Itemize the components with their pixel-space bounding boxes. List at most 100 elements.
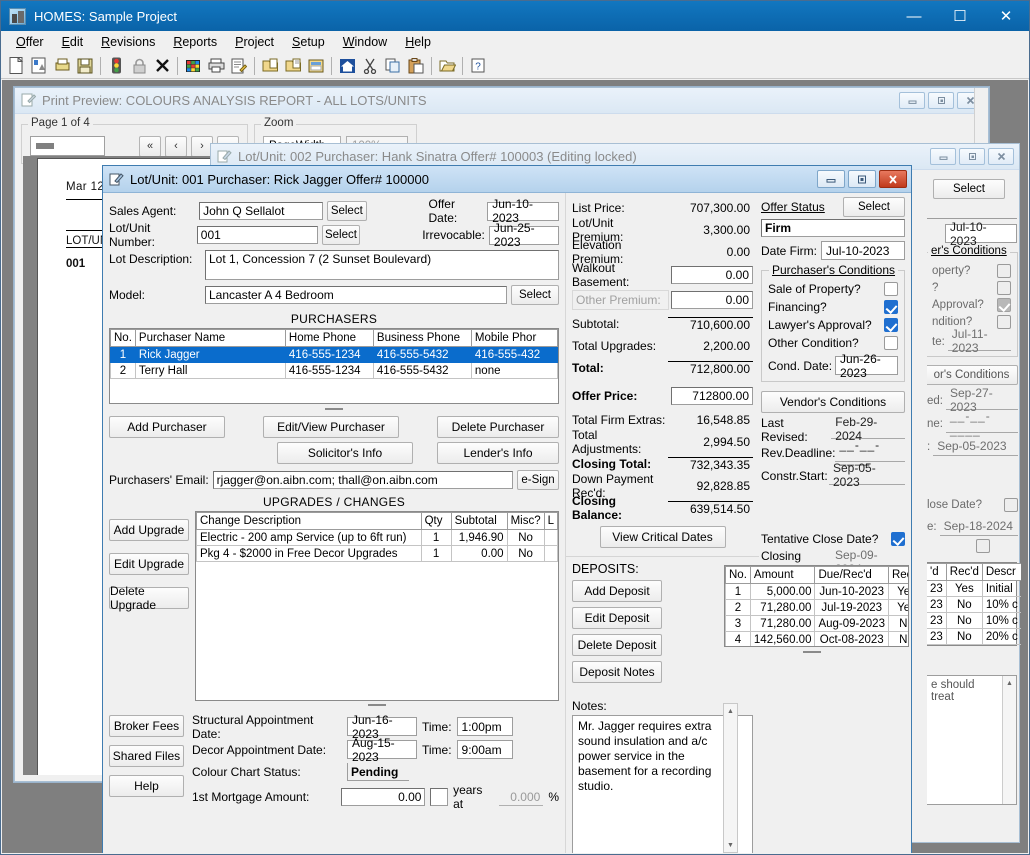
sales-agent-select-button[interactable]: Select xyxy=(327,201,367,221)
table-row[interactable]: 1 5,000.00 Jun-10-2023 Yes Initial xyxy=(725,583,908,600)
upgrades-grid[interactable]: Change Description Qty Subtotal Misc? L … xyxy=(195,511,559,701)
condition-sale-of-property-checkbox[interactable] xyxy=(884,282,898,296)
tentative-close-row[interactable]: Tentative Close Date? xyxy=(761,529,905,549)
lot002-cond-checkbox[interactable] xyxy=(997,263,1011,278)
previous-page-button[interactable]: ‹ xyxy=(165,135,187,157)
decor-time-input[interactable]: 9:00am xyxy=(456,740,513,759)
deposits-resize-handle-icon[interactable] xyxy=(803,651,821,653)
scroll-down-icon[interactable]: ▼ xyxy=(724,838,737,852)
e-sign-button[interactable]: e-Sign xyxy=(517,470,559,490)
lot-unit-001-window[interactable]: Lot/Unit: 001 Purchaser: Rick Jagger Off… xyxy=(102,165,912,853)
table-row[interactable]: 1 Rick Jagger 416-555-1234 416-555-5432 … xyxy=(110,346,558,363)
lot002-cond-checkbox[interactable] xyxy=(997,280,1011,295)
lot002-date-firm[interactable]: Jul-10-2023 xyxy=(945,220,1017,248)
structural-time-input[interactable]: 1:00pm xyxy=(456,717,513,736)
broker-fees-button[interactable]: Broker Fees xyxy=(109,715,184,737)
irrevocable-input[interactable]: Jun-25-2023 xyxy=(488,221,559,249)
add-upgrade-button[interactable]: Add Upgrade xyxy=(109,519,189,541)
menu-reports[interactable]: Reports xyxy=(164,33,226,51)
scroll-up-icon[interactable]: ▲ xyxy=(724,704,737,718)
help-question-icon[interactable]: ? xyxy=(467,55,489,77)
condition-lawyers-approval-checkbox[interactable] xyxy=(884,318,898,332)
lenders-info-button[interactable]: Lender's Info xyxy=(437,442,559,464)
app-close-button[interactable]: ✕ xyxy=(983,1,1029,31)
deposits-grid[interactable]: No. Amount Due/Rec'd Rec'd Descr 1 5,000… xyxy=(724,565,909,647)
lot002-cond-checkbox[interactable] xyxy=(997,314,1011,329)
lot001-close-button[interactable] xyxy=(879,170,907,188)
vendors-conditions-button[interactable]: Vendor's Conditions xyxy=(761,391,905,413)
condition-financing-row[interactable]: Financing? xyxy=(768,298,898,316)
window-tile-icon[interactable] xyxy=(305,55,327,77)
add-purchaser-button[interactable]: Add Purchaser xyxy=(109,416,225,438)
purchasers-grid[interactable]: No. Purchaser Name Home Phone Business P… xyxy=(109,328,559,404)
mortgage-rate-input[interactable]: 0.000 xyxy=(498,788,544,806)
walkout-basement-input[interactable]: 0.00 xyxy=(671,266,753,284)
other-premium-input[interactable]: 0.00 xyxy=(671,291,753,309)
condition-other-checkbox[interactable] xyxy=(884,336,898,350)
view-critical-dates-button[interactable]: View Critical Dates xyxy=(599,526,726,548)
lot002-condition-row[interactable]: ? xyxy=(932,279,1011,296)
structural-appointment-date[interactable]: Jun-16-2023 xyxy=(346,713,417,741)
mortgage-years-input[interactable] xyxy=(430,788,449,806)
lot002-notes-area[interactable]: e should treat ▲ xyxy=(927,675,1017,805)
folder-open-icon[interactable] xyxy=(259,55,281,77)
delete-purchaser-button[interactable]: Delete Purchaser xyxy=(437,416,559,438)
purchasers-grid-handle[interactable] xyxy=(109,408,559,410)
menu-revisions[interactable]: Revisions xyxy=(92,33,164,51)
edit-view-purchaser-button[interactable]: Edit/View Purchaser xyxy=(263,416,399,438)
lot002-condition-row[interactable]: Approval? xyxy=(932,296,1011,313)
edit-report-icon[interactable] xyxy=(228,55,250,77)
lot002-tentative-checkbox[interactable] xyxy=(1004,497,1018,512)
first-page-button[interactable]: « xyxy=(139,135,161,157)
print-preview-restore-button[interactable] xyxy=(928,92,954,109)
print-offer-icon[interactable] xyxy=(51,55,73,77)
offer-status-value[interactable]: Firm xyxy=(761,219,905,237)
print-preview-minimize-button[interactable] xyxy=(899,92,925,109)
table-row[interactable]: 2 Terry Hall 416-555-1234 416-555-5432 n… xyxy=(110,362,558,379)
help-button[interactable]: Help xyxy=(109,775,184,797)
menu-edit[interactable]: Edit xyxy=(53,33,93,51)
shared-files-button[interactable]: Shared Files xyxy=(109,745,184,767)
tentative-close-checkbox[interactable] xyxy=(891,532,905,546)
delete-x-icon[interactable] xyxy=(151,55,173,77)
lot001-minimize-button[interactable] xyxy=(817,170,845,188)
folder-copy-icon[interactable] xyxy=(282,55,304,77)
traffic-light-icon[interactable] xyxy=(105,55,127,77)
new-document-icon[interactable] xyxy=(5,55,27,77)
open-folder-icon[interactable] xyxy=(436,55,458,77)
offer-price-input[interactable]: 712800.00 xyxy=(671,386,753,405)
decor-appointment-date[interactable]: Aug-15-2023 xyxy=(346,736,417,764)
lot001-restore-button[interactable] xyxy=(848,170,876,188)
sales-agent-input[interactable]: John Q Sellalot xyxy=(199,202,324,220)
app-maximize-button[interactable]: ☐ xyxy=(937,1,983,31)
rev-deadline-value[interactable]: __-__-____ xyxy=(835,438,905,466)
table-row[interactable]: Pkg 4 - $2000 in Free Decor Upgrades 1 0… xyxy=(196,545,558,562)
menu-setup[interactable]: Setup xyxy=(283,33,334,51)
lot002-cond-checkbox[interactable] xyxy=(997,297,1011,312)
lot-number-input[interactable]: 001 xyxy=(196,226,318,244)
menu-window[interactable]: Window xyxy=(334,33,396,51)
condition-date-input[interactable]: Jun-26-2023 xyxy=(835,352,898,380)
condition-lawyers-approval-row[interactable]: Lawyer's Approval? xyxy=(768,316,898,334)
lock-icon[interactable] xyxy=(128,55,150,77)
table-row[interactable]: 4 142,560.00 Oct-08-2023 No 20% c xyxy=(725,631,908,646)
lot002-closed-checkbox[interactable] xyxy=(976,539,990,553)
table-row[interactable]: 2 71,280.00 Jul-19-2023 Yes 10% c xyxy=(725,599,908,616)
upgrades-grid-handle[interactable] xyxy=(195,704,559,706)
lot002-deposits-grid[interactable]: 'd Rec'd Descr 23 Yes Initial 23 No 10% c 23… xyxy=(927,562,1021,646)
lot-number-select-button[interactable]: Select xyxy=(321,225,361,245)
edit-upgrade-button[interactable]: Edit Upgrade xyxy=(109,553,189,575)
page-number-spinner[interactable] xyxy=(30,136,105,156)
table-row[interactable]: 3 71,280.00 Aug-09-2023 No 10% c xyxy=(725,615,908,632)
app-minimize-button[interactable]: — xyxy=(891,1,937,31)
table-row[interactable]: Electric - 200 amp Service (up to 6ft ru… xyxy=(196,529,558,546)
condition-financing-checkbox[interactable] xyxy=(884,300,898,314)
purchasers-email-input[interactable]: rjagger@on.aibn.com; thall@on.aibn.com xyxy=(212,471,513,489)
condition-sale-of-property-row[interactable]: Sale of Property? xyxy=(768,280,898,298)
delete-upgrade-button[interactable]: Delete Upgrade xyxy=(109,584,189,612)
model-select-button[interactable]: Select xyxy=(511,285,559,305)
printer-icon[interactable] xyxy=(205,55,227,77)
paste-icon[interactable] xyxy=(405,55,427,77)
delete-deposit-button[interactable]: Delete Deposit xyxy=(572,634,662,656)
grid-colors-icon[interactable] xyxy=(182,55,204,77)
